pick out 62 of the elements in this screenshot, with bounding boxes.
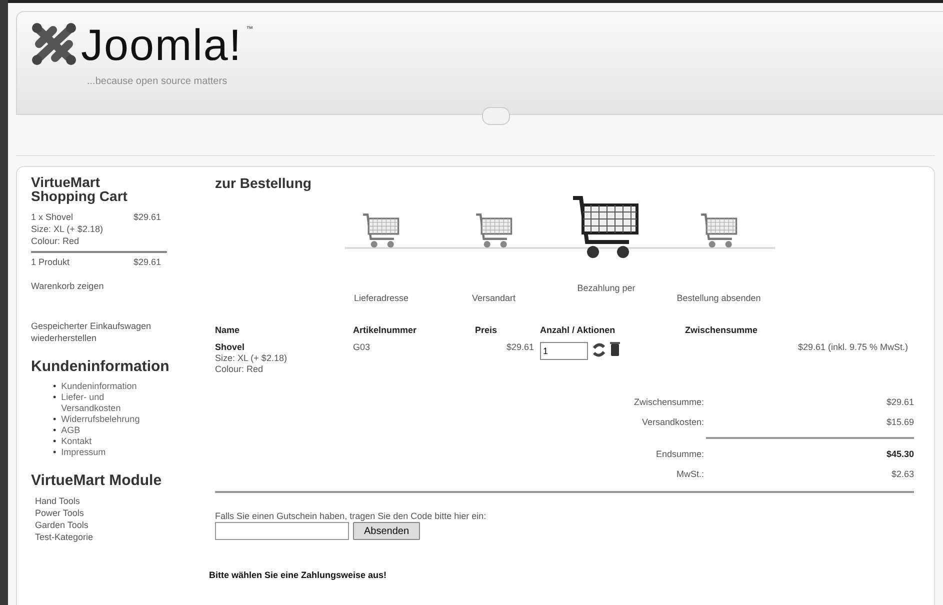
info-link[interactable]: Kontakt [61,436,152,447]
table-cell-text: $29.61 [505,342,535,354]
site-tagline: ...because open source matters [87,76,228,87]
category-link[interactable]: Garden Tools [35,519,181,531]
bullet-mark: • [53,381,56,392]
bullet-mark: • [53,392,56,403]
payment-prompt: Bitte wählen Sie eine Zahlungsweise aus! [209,570,388,580]
info-link[interactable]: Impressum [61,447,152,458]
total-label: MwSt.: [675,469,704,480]
total-value: $45.30 [885,449,914,460]
cart-count: 1 Produkt [31,256,70,268]
bullet-mark: • [53,414,56,425]
bullet-mark: • [53,447,56,458]
total-label: Endsumme: [654,449,704,460]
total-value: $2.63 [890,469,914,480]
column-header: Artikelnummer [353,325,418,336]
refresh-icon[interactable] [592,342,606,358]
product-name: Shovel [215,342,246,354]
checkout-step[interactable]: Bestellung absenden [676,293,761,304]
module-title: Kundeninformation [31,358,170,375]
quantity-field[interactable]: 1 [540,342,588,360]
cart-item-detail: Colour: Red [31,235,80,247]
show-cart-link[interactable]: Warenkorb zeigen [31,280,181,292]
cart-item-detail: Size: XL (+ $2.18) [31,223,104,235]
cart-item-price: $29.61 [133,211,161,223]
category-link[interactable]: Test-Kategorie [35,531,181,543]
column-header: Name [215,325,241,336]
module-title: VirtueMart Module [31,472,163,489]
checkout-step[interactable]: Bezahlung per [577,283,636,293]
joomla-logo-icon [31,22,77,66]
site-logo-text: Joomla! [81,22,242,70]
info-link[interactable]: Widerrufsbelehrung [61,414,152,425]
trash-icon[interactable] [610,342,620,356]
bullet-mark: • [53,436,56,447]
category-link[interactable]: Power Tools [35,507,181,519]
info-link[interactable]: AGB [61,425,152,436]
total-label: Versandkosten: [640,417,704,428]
cart-item-name: 1 x Shovel [31,211,74,223]
coupon-field[interactable] [215,522,349,540]
column-header: Anzahl / Aktionen [540,325,616,336]
cart-total: $29.61 [133,256,161,268]
coupon-prompt: Falls Sie einen Gutschein haben, tragen Sie den Code bitte hier ein: [215,511,488,522]
page-title: zur Bestellung [215,175,312,191]
column-header: Preis [475,325,498,336]
info-link[interactable]: Liefer- und Versandkosten [61,392,152,414]
restore-cart-link[interactable]: Gespeicherter Einkaufswagen wiederherstellen [31,320,181,344]
submit-button[interactable]: Absenden [353,522,420,540]
column-header: Zwischensumme [685,325,759,336]
total-value: $29.61 [885,397,914,408]
table-cell-text: $29.61 (inkl. 9.75 % MwSt.) [796,342,909,354]
bullet-mark: • [53,425,56,436]
info-link[interactable]: Kundeninformation [61,381,152,392]
checkout-step[interactable]: Lieferadresse [354,293,409,304]
total-label: Zwischensumme: [632,397,704,408]
collapse-handle[interactable] [482,107,510,125]
table-cell-text: G03 [353,342,372,354]
total-value: $15.69 [885,417,914,428]
product-detail: Size: XL (+ $2.18) [215,353,288,364]
checkout-step[interactable]: Versandart [472,293,516,304]
module-title: VirtueMart Shopping Cart [31,175,128,203]
category-link[interactable]: Hand Tools [35,495,181,507]
product-detail: Colour: Red [215,364,264,376]
